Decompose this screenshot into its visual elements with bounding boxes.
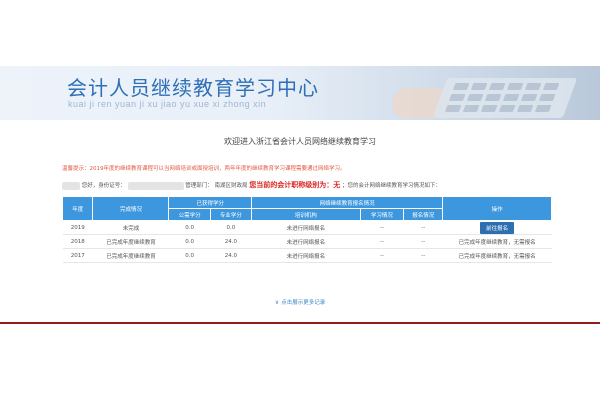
cell-year: 2017: [62, 248, 93, 263]
records-intro: ；您的会计网络继续教育学习情况如下：: [342, 183, 442, 189]
th-action: 操作: [442, 196, 552, 221]
cell-action: 前往报名: [442, 220, 552, 235]
cell-status: 已完成年度继续教育: [92, 234, 169, 249]
cell-action: 已完成年度继续教育，无需报名: [442, 248, 552, 263]
footer-divider: [0, 322, 600, 324]
th-status: 完成情况: [92, 196, 170, 221]
cell-institution: 未进行网络报名: [251, 248, 361, 263]
table-row: 2017 已完成年度继续教育 0.0 24.0 未进行网络报名 -- -- 已完…: [62, 248, 552, 263]
records-table: 年度 完成情况 已获得学分 网络继续教育报名情况 操作 公需学分 专业学分 培训…: [61, 196, 552, 263]
cell-institution: 未进行网络报名: [251, 234, 361, 249]
table-row: 2019 未完成 0.0 0.0 未进行网络报名 -- -- 前往报名: [62, 220, 552, 235]
cell-year: 2019: [62, 220, 93, 235]
show-more-label: 点击展示更多记录: [281, 300, 326, 306]
cell-study: --: [360, 220, 404, 235]
cell-professional: 24.0: [210, 234, 252, 249]
notice-text: 温馨提示：2019年度的继续教育课程可以当网络培训或面授培训，两年年度的继续教育…: [62, 166, 346, 172]
mgmt-dept: 南湖区财政局: [214, 183, 248, 189]
cell-professional: 24.0: [210, 248, 252, 263]
site-subtitle: kuai ji ren yuan ji xu jiao yu xue xi zh…: [68, 99, 267, 109]
cell-action: 已完成年度继续教育，无需报名: [442, 234, 552, 249]
user-info-line: 您好，身份证号： 管理部门： 南湖区财政局 您当前的会计职称级别为：无 ；您的会…: [62, 180, 542, 192]
site-title: 会计人员继续教育学习中心: [67, 76, 319, 100]
cell-public: 0.0: [168, 234, 211, 249]
th-credits: 已获得学分: [168, 196, 253, 209]
redacted-name: [62, 181, 80, 190]
th-signup: 报名情况: [403, 208, 444, 221]
th-network: 网络继续教育报名情况: [251, 196, 444, 209]
cell-institution: 未进行网络报名: [251, 220, 361, 235]
cell-signup: --: [403, 248, 443, 263]
redacted-id-number: [127, 181, 184, 190]
cell-year: 2018: [62, 234, 93, 249]
calculator-illustration: [432, 78, 578, 118]
cell-signup: --: [403, 220, 443, 235]
th-year: 年度: [61, 196, 94, 221]
cell-public: 0.0: [168, 220, 211, 235]
greeting-label: 您好，身份证号：: [81, 183, 126, 189]
cell-status: 已完成年度继续教育: [92, 248, 169, 263]
th-institution: 培训机构: [251, 208, 361, 221]
header-banner: 会计人员继续教育学习中心 kuai ji ren yuan ji xu jiao…: [0, 66, 600, 120]
cell-professional: 0.0: [210, 220, 252, 235]
cell-study: --: [360, 234, 404, 249]
th-public-credits: 公需学分: [168, 208, 211, 221]
go-signup-button[interactable]: 前往报名: [480, 221, 515, 234]
accounting-level-text: 您当前的会计职称级别为：无: [249, 181, 341, 189]
chevron-down-icon: ∨: [274, 299, 280, 306]
th-study: 学习情况: [359, 208, 405, 221]
table-row: 2018 已完成年度继续教育 0.0 24.0 未进行网络报名 -- -- 已完…: [62, 234, 552, 249]
show-more-link[interactable]: ∨ 点击展示更多记录: [0, 298, 600, 306]
cell-public: 0.0: [168, 248, 211, 263]
cell-status: 未完成: [92, 220, 169, 235]
welcome-heading: 欢迎进入浙江省会计人员网络继续教育学习: [224, 137, 376, 146]
mgmt-label: 管理部门：: [185, 183, 213, 189]
th-professional-credits: 专业学分: [209, 208, 253, 221]
cell-study: --: [360, 248, 404, 263]
cell-signup: --: [403, 234, 443, 249]
